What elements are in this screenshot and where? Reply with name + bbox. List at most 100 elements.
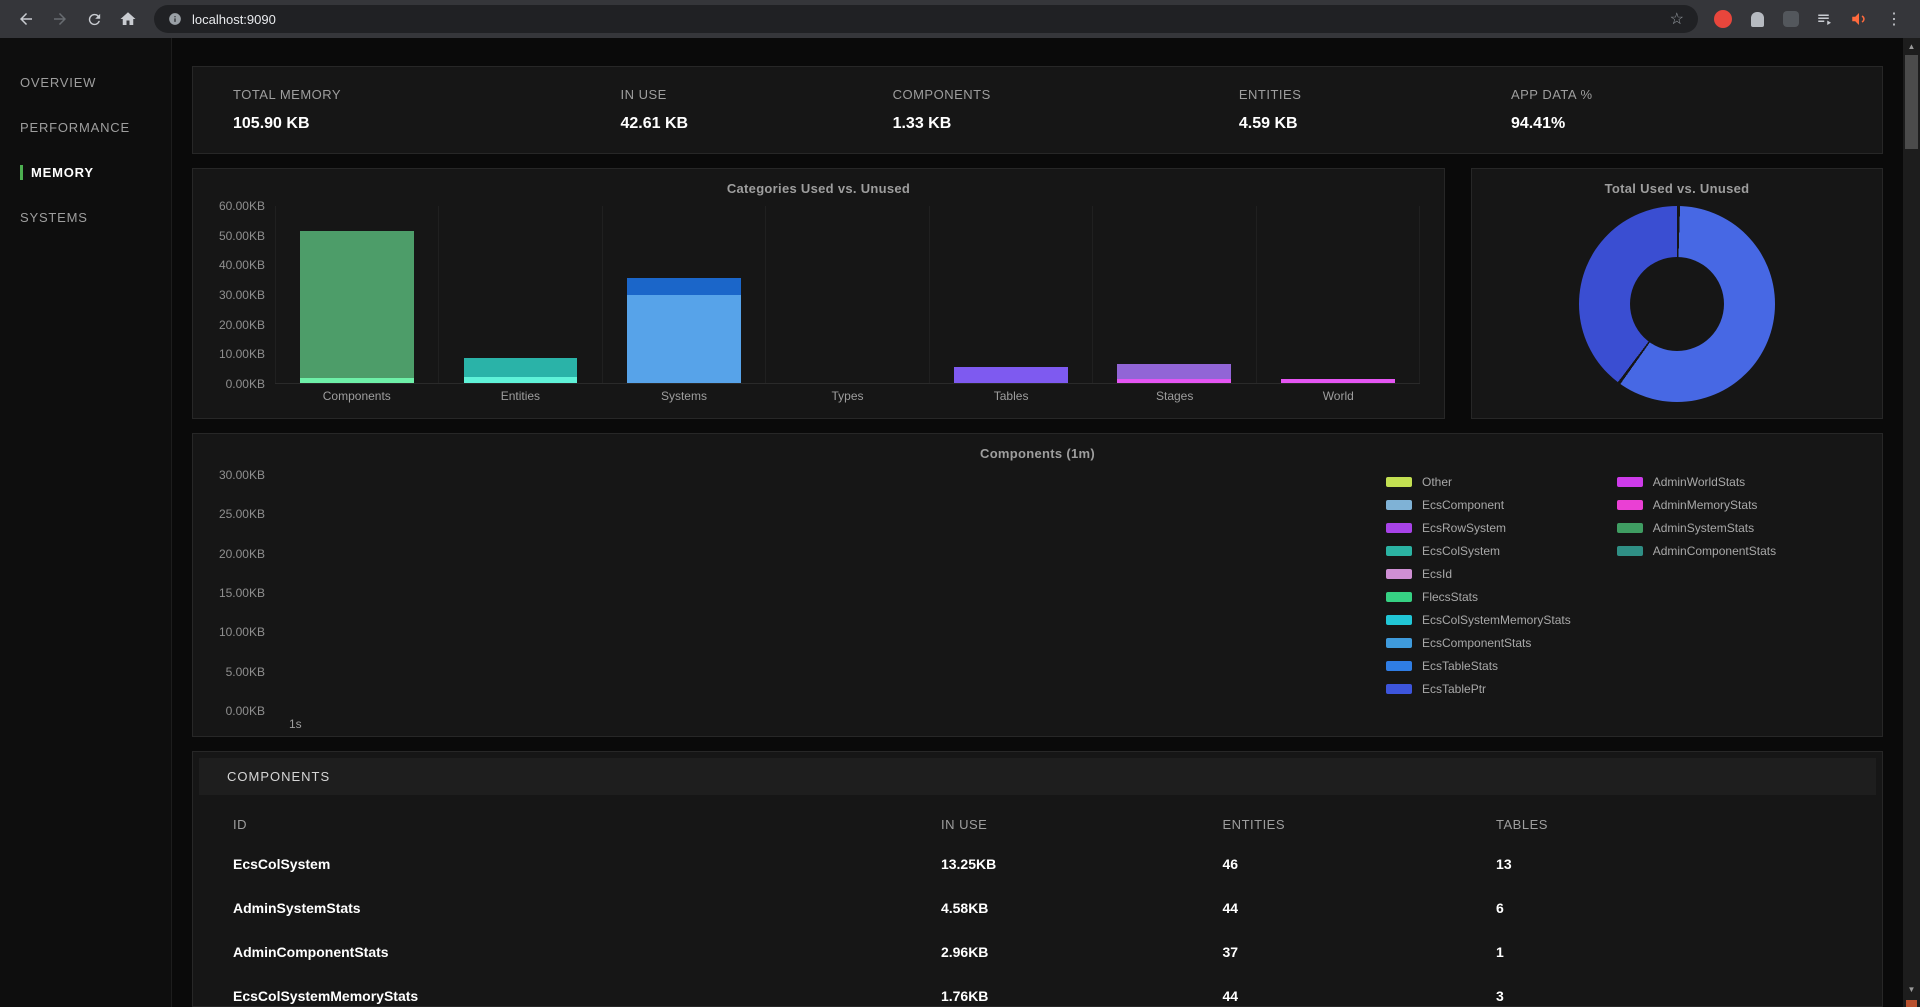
scrollbar-thumb[interactable] (1905, 55, 1918, 149)
media-playlist-icon[interactable] (1810, 4, 1840, 34)
sidebar-item-label: SYSTEMS (20, 210, 88, 225)
legend-swatch (1386, 661, 1412, 671)
legend-label: EcsTablePtr (1422, 682, 1487, 696)
scrollbar[interactable]: ▲ ▼ (1903, 38, 1920, 1007)
bookmark-star-icon[interactable]: ☆ (1670, 9, 1684, 29)
bar-entities (463, 357, 578, 383)
sidebar-nav: OVERVIEW PERFORMANCE MEMORY SYSTEMS (0, 38, 172, 1007)
speaker-icon[interactable] (1844, 4, 1874, 34)
bar-systems (627, 278, 741, 383)
bar-segment-used (300, 378, 415, 383)
bar-segment-unused (627, 278, 741, 295)
table-cell: 2.96KB (940, 944, 989, 960)
stat-total-memory: TOTAL MEMORY 105.90 KB (233, 87, 621, 133)
url-text: localhost:9090 (192, 11, 276, 27)
legend-label: Other (1422, 475, 1453, 489)
legend-label: AdminWorldStats (1652, 475, 1746, 489)
extension-icon[interactable] (1776, 4, 1806, 34)
y-axis-tick: 0.00KB (225, 377, 265, 391)
legend-label: EcsRowSystem (1422, 521, 1507, 535)
y-axis-tick: 30.00KB (218, 288, 265, 302)
stat-value: 105.90 KB (233, 115, 310, 132)
table-row[interactable]: EcsColSystemMemoryStats 1.76KB 44 3 (233, 974, 1842, 1006)
sidebar-item-systems[interactable]: SYSTEMS (0, 195, 171, 240)
active-item-marker (20, 165, 23, 180)
legend-label: EcsId (1422, 567, 1453, 581)
line-chart-panel: Components (1m) 0.00KB 5.00KB 10.00KB 15.00… (192, 433, 1883, 737)
site-info-icon[interactable] (168, 12, 182, 26)
legend-label: AdminComponentStats (1652, 544, 1777, 558)
sidebar-item-performance[interactable]: PERFORMANCE (0, 105, 171, 150)
bar-segment-unused (463, 357, 578, 378)
legend-item-flecsstats: FlecsStats (1386, 590, 1571, 604)
bar-segment-used (1117, 379, 1232, 383)
components-panel-title: COMPONENTS (199, 758, 1876, 795)
legend-label: AdminMemoryStats (1652, 498, 1758, 512)
privacy-extension-icon[interactable] (1742, 4, 1772, 34)
table-cell: 46 (1222, 856, 1239, 872)
adblock-extension-icon[interactable] (1708, 4, 1738, 34)
table-cell: EcsColSystem (233, 856, 331, 872)
table-row[interactable]: EcsColSystem 13.25KB 46 13 (233, 842, 1842, 886)
stat-label: ENTITIES (1238, 87, 1302, 102)
legend-label: AdminSystemStats (1652, 521, 1755, 535)
address-bar[interactable]: localhost:9090 ☆ (154, 5, 1698, 33)
bar-category-column (928, 206, 1092, 383)
bar-segment-unused (300, 231, 415, 379)
stat-value: 94.41% (1510, 115, 1566, 132)
legend-swatch (1386, 592, 1412, 602)
table-row[interactable]: AdminSystemStats 4.58KB 44 6 (233, 886, 1842, 930)
scroll-up-arrow-icon[interactable]: ▲ (1903, 38, 1920, 55)
stat-components: COMPONENTS 1.33 KB (893, 87, 1239, 133)
legend-swatch (1616, 546, 1643, 556)
bar-segment-used (1280, 379, 1395, 383)
category-label: Tables (993, 389, 1029, 403)
bar-chart-title: Categories Used vs. Unused (726, 181, 911, 196)
x-axis-tick: 1s (289, 717, 302, 731)
table-cell: AdminComponentStats (233, 944, 389, 960)
table-header-row: ID IN USE ENTITIES TABLES (233, 801, 1842, 842)
legend-item-admincomponentstats: AdminComponentStats (1616, 544, 1777, 558)
column-header-in-use: IN USE (940, 817, 988, 832)
browser-menu-kebab-icon[interactable]: ⋮ (1878, 3, 1910, 35)
legend-swatch (1616, 477, 1643, 487)
bar-segment-used (627, 294, 741, 383)
legend-item-ecsid: EcsId (1386, 567, 1571, 581)
bar-chart-y-axis: 0.00KB 10.00KB 20.00KB 30.00KB 40.00KB 50.00K… (203, 199, 275, 391)
legend-label: FlecsStats (1422, 590, 1479, 604)
line-chart-legend: Other EcsComponent EcsRowSystem EcsColSyste… (1386, 475, 1858, 711)
stat-value: 1.33 KB (892, 115, 952, 132)
home-icon[interactable] (112, 3, 144, 35)
bar-chart: 0.00KB 10.00KB 20.00KB 30.00KB 40.00KB 50.00K… (203, 199, 1420, 391)
forward-icon[interactable] (44, 3, 76, 35)
stat-entities: ENTITIES 4.59 KB (1239, 87, 1511, 133)
legend-item-ecscomponent: EcsComponent (1386, 498, 1571, 512)
table-cell: 1.76KB (940, 988, 989, 1004)
column-header-tables: TABLES (1496, 817, 1548, 832)
bar-chart-panel: Categories Used vs. Unused 0.00KB 10.00KB… (192, 168, 1445, 419)
components-panel: COMPONENTS ID IN USE ENTITIES TABLES EcsColS… (192, 751, 1883, 1007)
stat-label: IN USE (620, 87, 667, 102)
legend-swatch (1386, 546, 1412, 556)
refresh-icon[interactable] (78, 3, 110, 35)
scroll-down-arrow-icon[interactable]: ▼ (1903, 981, 1920, 998)
legend-item-ecscolsystem: EcsColSystem (1386, 544, 1571, 558)
category-label: Components (322, 389, 391, 403)
column-header-entities: ENTITIES (1222, 817, 1286, 832)
memory-dashboard-page: OVERVIEW PERFORMANCE MEMORY SYSTEMS TOTAL M… (0, 38, 1920, 1007)
sidebar-item-memory[interactable]: MEMORY (0, 150, 171, 195)
legend-swatch (1616, 500, 1643, 510)
legend-item-ecsrowsystem: EcsRowSystem (1386, 521, 1571, 535)
table-row[interactable]: AdminComponentStats 2.96KB 37 1 (233, 930, 1842, 974)
stat-app-data: APP DATA % 94.41% (1511, 87, 1882, 133)
line-chart: 0.00KB 5.00KB 10.00KB 15.00KB 20.00KB 25.00KB… (203, 468, 1858, 731)
bar-category-column (1092, 206, 1255, 383)
scroll-marker (1906, 1000, 1917, 1007)
stat-label: COMPONENTS (892, 87, 991, 102)
legend-label: EcsComponentStats (1422, 636, 1532, 650)
legend-swatch (1386, 500, 1412, 510)
back-icon[interactable] (10, 3, 42, 35)
table-cell: 4.58KB (940, 900, 989, 916)
line-chart-plot: 1s (275, 475, 1378, 731)
sidebar-item-overview[interactable]: OVERVIEW (0, 60, 171, 105)
